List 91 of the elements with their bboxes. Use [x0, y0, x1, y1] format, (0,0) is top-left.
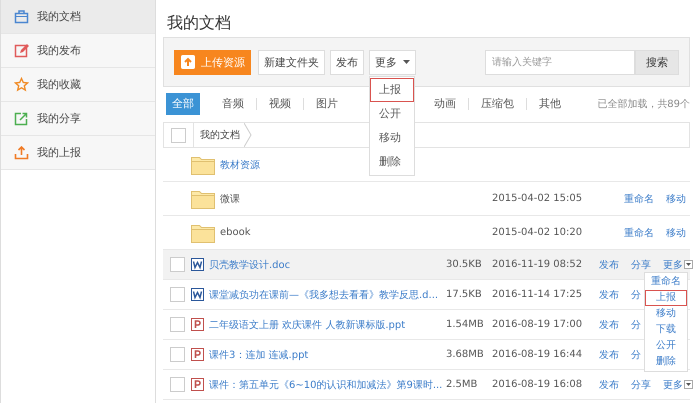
more-link[interactable]: 更多 [663, 378, 693, 392]
modified-date: 2015-04-02 15:05 [492, 193, 582, 204]
folder-name[interactable]: 微课 [220, 192, 240, 206]
chevron-icon [244, 123, 252, 147]
search-button[interactable]: 搜索 [635, 50, 679, 74]
search-field[interactable]: 请输入关键字 [485, 50, 635, 74]
menu-item[interactable]: 移动 [370, 126, 414, 150]
folder-icon [191, 154, 215, 174]
file-name[interactable]: 课件3：连加 连减.ppt [209, 348, 308, 362]
upload-button[interactable]: 上传资源 [174, 50, 251, 74]
action-link[interactable]: 移动 [666, 192, 686, 206]
more-button[interactable]: 更多 [369, 50, 416, 74]
upload-icon [14, 145, 29, 160]
word-document-icon [191, 258, 204, 271]
menu-item[interactable]: 删除 [370, 150, 414, 174]
menu-item[interactable]: 删除 [645, 354, 687, 370]
caret-icon [403, 60, 410, 64]
presentation-file-icon [191, 348, 204, 361]
breadcrumb-item[interactable]: 我的文档 [193, 123, 252, 147]
folder-icon [191, 222, 215, 242]
action-link[interactable]: 分 [631, 288, 641, 302]
action-link[interactable]: 发布 [599, 288, 619, 302]
file-size: 3.68MB [446, 349, 484, 360]
checkbox[interactable] [170, 287, 184, 302]
menu-item[interactable]: 上报 [645, 290, 687, 306]
file-size: 17.5KB [446, 289, 482, 300]
filter-tab[interactable]: 压缩包 [468, 98, 526, 110]
checkbox[interactable] [170, 347, 184, 362]
folder-name[interactable]: 教材资源 [220, 158, 260, 172]
sidebar-item[interactable]: 我的发布 [1, 34, 155, 68]
action-link[interactable]: 分 [631, 348, 641, 362]
dropdown-arrow-icon [684, 380, 693, 389]
toolbar-button[interactable]: 发布 [330, 50, 364, 74]
action-link[interactable]: 分享 [631, 378, 651, 392]
menu-item[interactable]: 下载 [645, 322, 687, 338]
action-link[interactable]: 发布 [599, 318, 619, 332]
action-link[interactable]: 发布 [599, 348, 619, 362]
action-link[interactable]: 发布 [599, 378, 619, 392]
modified-date: 2016-08-19 16:08 [492, 379, 582, 390]
star-icon [14, 77, 29, 92]
briefcase-icon [14, 9, 29, 24]
checkbox[interactable] [171, 128, 186, 142]
checkbox[interactable] [170, 377, 184, 392]
sidebar-item[interactable]: 我的文档 [1, 0, 155, 34]
filter-tab[interactable]: 图片 [303, 98, 350, 110]
folder-name[interactable]: ebook [220, 227, 251, 238]
action-link[interactable]: 重命名 [624, 226, 654, 240]
modified-date: 2016-11-19 08:52 [492, 259, 582, 270]
checkbox[interactable] [170, 257, 184, 272]
edit-icon [14, 43, 29, 58]
dropdown-arrow-icon [684, 260, 693, 269]
action-link[interactable]: 分 [631, 318, 641, 332]
action-link[interactable]: 重命名 [624, 192, 654, 206]
filter-tab[interactable]: 其他 [526, 98, 573, 110]
load-status: 已全部加载，共89个 [597, 98, 690, 111]
menu-item[interactable]: 上报 [370, 78, 414, 102]
menu-item[interactable]: 公开 [370, 102, 414, 126]
filter-tab[interactable]: 动画 [422, 98, 468, 110]
more-link[interactable]: 更多 [663, 258, 693, 272]
presentation-file-icon [191, 378, 204, 391]
filter-tab[interactable]: 音频 [210, 98, 256, 110]
action-link[interactable]: 分享 [631, 258, 651, 272]
menu-item[interactable]: 公开 [645, 338, 687, 354]
file-name[interactable]: 课堂减负功在课前—《我多想去看看》教学反思.d... [209, 288, 438, 302]
modified-date: 2016-08-19 16:44 [492, 349, 582, 360]
modified-date: 2016-08-19 17:00 [492, 319, 582, 330]
file-name[interactable]: 二年级语文上册 欢庆课件 人教新课标版.ppt [209, 318, 406, 332]
upload-icon [180, 54, 196, 70]
toolbar-button[interactable]: 新建文件夹 [258, 50, 325, 74]
filter-tab[interactable]: 全部 [166, 93, 200, 115]
checkbox[interactable] [170, 317, 184, 332]
folder-icon [191, 188, 215, 208]
file-name[interactable]: 课件：第五单元《6~10的认识和加减法》第9课时... [209, 378, 442, 392]
file-size: 2.5MB [446, 379, 478, 390]
modified-date: 2015-04-02 10:20 [492, 227, 582, 238]
table-row[interactable]: 微课 2015-04-02 15:05 重命名 移动 [163, 182, 690, 216]
presentation-file-icon [191, 318, 204, 331]
word-document-icon [191, 288, 204, 301]
page-title: 我的文档 [166, 12, 232, 34]
modified-date: 2016-11-14 17:25 [492, 289, 582, 300]
file-size: 30.5KB [446, 259, 482, 270]
action-link[interactable]: 发布 [599, 258, 619, 272]
action-link[interactable]: 移动 [666, 226, 686, 240]
sidebar-item[interactable]: 我的收藏 [1, 68, 155, 102]
file-size: 1.54MB [446, 319, 484, 330]
filter-tab[interactable]: 视频 [256, 98, 303, 110]
sidebar-item[interactable]: 我的分享 [1, 102, 155, 136]
file-name[interactable]: 贝壳教学设计.doc [209, 258, 290, 272]
share-icon [14, 111, 29, 126]
table-row[interactable]: 课件：第五单元《6~10的认识和加减法》第9课时... 2.5MB 2016-08-19 16:08 发布 分享 更多 [163, 370, 690, 400]
sidebar-item[interactable]: 我的上报 [1, 136, 155, 170]
